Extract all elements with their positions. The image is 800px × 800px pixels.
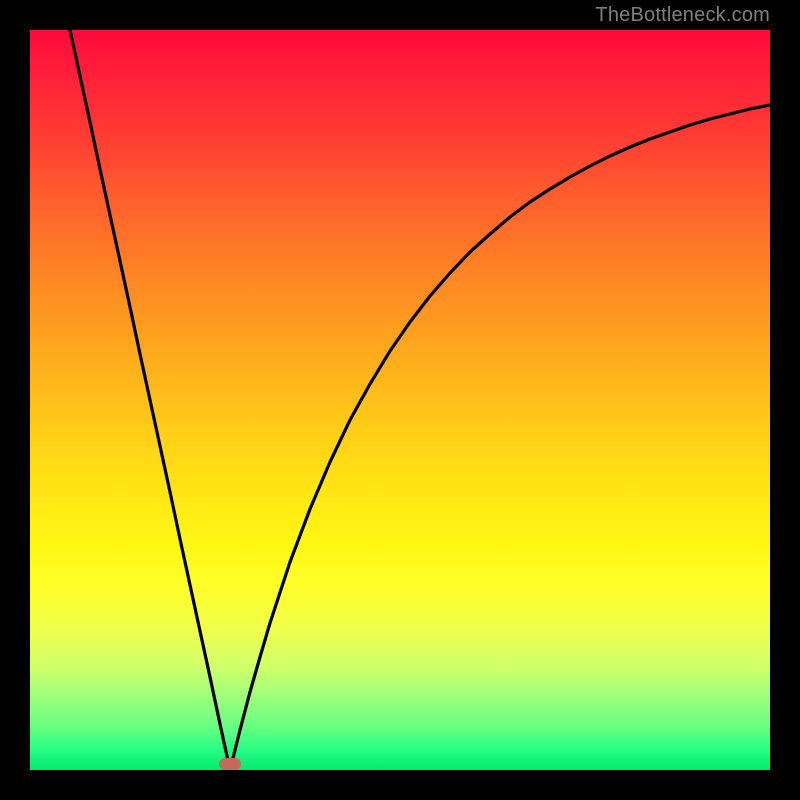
bottleneck-curve xyxy=(30,30,770,770)
watermark-text: TheBottleneck.com xyxy=(595,4,770,27)
plot-area xyxy=(30,30,770,770)
optimal-marker xyxy=(219,758,241,770)
